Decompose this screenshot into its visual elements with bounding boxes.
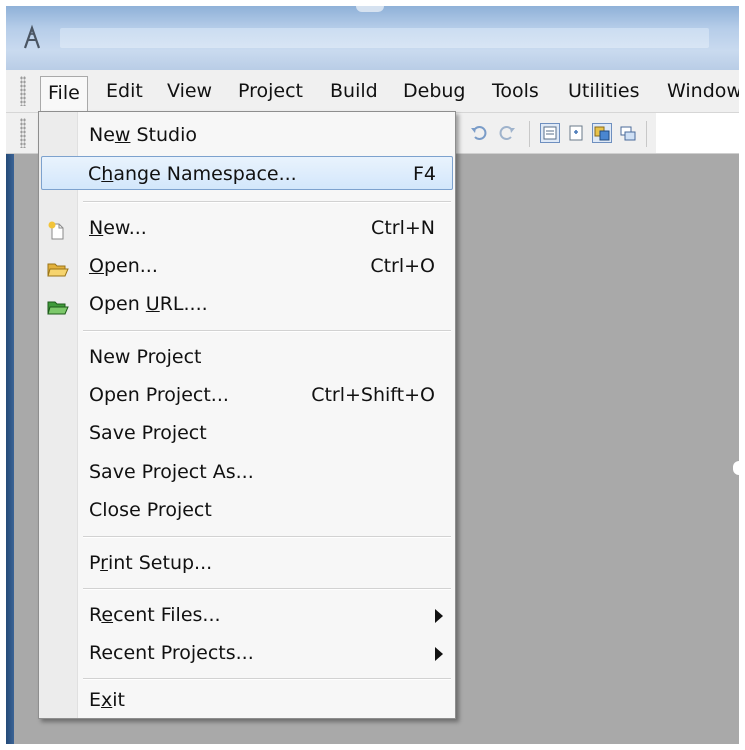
scroll-handle[interactable] bbox=[733, 461, 739, 475]
menu-item-label: Open URL.... bbox=[89, 293, 208, 315]
menu-item-label: Save Project As... bbox=[89, 461, 254, 483]
menu-item-label: Change Namespace... bbox=[88, 163, 297, 185]
menu-item-recent-files[interactable]: Recent Files... bbox=[41, 598, 453, 632]
menu-item-label: Recent Files... bbox=[89, 604, 221, 626]
menu-item-label: Close Project bbox=[89, 499, 212, 521]
toolbar-grip-handle[interactable] bbox=[20, 118, 26, 148]
menu-separator bbox=[83, 536, 451, 538]
new-file-icon bbox=[47, 218, 67, 240]
namespace-view-icon[interactable] bbox=[566, 123, 586, 143]
menu-item-print-setup[interactable]: Print Setup... bbox=[41, 546, 453, 580]
desktop-background-strip bbox=[6, 154, 14, 744]
submenu-arrow-icon bbox=[435, 609, 443, 623]
shortcut-label: Ctrl+O bbox=[370, 255, 435, 277]
menu-build[interactable]: Build bbox=[324, 77, 384, 105]
menu-item-label: Open Project... bbox=[89, 384, 229, 406]
shortcut-label: Ctrl+Shift+O bbox=[311, 384, 435, 406]
menu-item-recent-projects[interactable]: Recent Projects... bbox=[41, 636, 453, 670]
inspector-icon[interactable] bbox=[592, 123, 612, 143]
menu-item-label: New Studio bbox=[89, 124, 198, 146]
menu-item-label: New... bbox=[89, 217, 147, 239]
redo-icon[interactable] bbox=[497, 123, 517, 143]
menu-separator bbox=[83, 678, 451, 680]
menu-bar: File Edit View Project Build Debug Tools… bbox=[6, 70, 739, 113]
toolbar-separator bbox=[529, 121, 530, 147]
menu-file[interactable]: File bbox=[40, 76, 88, 112]
menu-project[interactable]: Project bbox=[232, 77, 309, 105]
menu-item-label: Print Setup... bbox=[89, 552, 213, 574]
menu-item-new-project[interactable]: New Project bbox=[41, 340, 453, 374]
toolbar-empty-area bbox=[656, 113, 739, 153]
menu-item-save-project-as[interactable]: Save Project As... bbox=[41, 455, 453, 489]
menu-window[interactable]: Window bbox=[661, 77, 739, 105]
open-folder-icon bbox=[47, 256, 69, 277]
app-logo-icon[interactable] bbox=[20, 24, 44, 52]
file-menu-dropdown: New Studio Change Namespace... F4 New...… bbox=[38, 111, 456, 719]
menu-utilities[interactable]: Utilities bbox=[562, 77, 646, 105]
menu-item-new-studio[interactable]: New Studio bbox=[41, 118, 453, 152]
menu-item-exit[interactable]: Exit bbox=[41, 683, 453, 717]
menu-item-new[interactable]: New... Ctrl+N bbox=[41, 211, 453, 245]
menu-item-label: New Project bbox=[89, 346, 202, 368]
undo-icon[interactable] bbox=[469, 123, 489, 143]
menu-item-label: Open... bbox=[89, 255, 158, 277]
menu-item-change-namespace[interactable]: Change Namespace... F4 bbox=[41, 156, 453, 190]
title-bar-notch bbox=[356, 6, 384, 12]
menu-tools[interactable]: Tools bbox=[486, 77, 545, 105]
menu-item-label: Recent Projects... bbox=[89, 642, 254, 664]
open-url-icon bbox=[47, 294, 69, 315]
shortcut-label: Ctrl+N bbox=[371, 217, 435, 239]
toolbar-separator-end bbox=[646, 121, 647, 147]
menu-debug[interactable]: Debug bbox=[397, 77, 471, 105]
menu-item-open[interactable]: Open... Ctrl+O bbox=[41, 249, 453, 283]
application-window: File Edit View Project Build Debug Tools… bbox=[6, 6, 739, 744]
menu-item-open-project[interactable]: Open Project... Ctrl+Shift+O bbox=[41, 378, 453, 412]
menubar-grip-handle[interactable] bbox=[20, 76, 26, 106]
menu-item-close-project[interactable]: Close Project bbox=[41, 493, 453, 527]
menu-item-label: Exit bbox=[89, 689, 125, 711]
menu-item-save-project[interactable]: Save Project bbox=[41, 416, 453, 450]
menu-item-open-url[interactable]: Open URL.... bbox=[41, 287, 453, 321]
menu-item-label: Save Project bbox=[89, 422, 207, 444]
menu-separator bbox=[83, 201, 451, 203]
shortcut-label: F4 bbox=[412, 163, 436, 185]
class-view-icon[interactable] bbox=[540, 123, 560, 143]
menu-separator bbox=[83, 330, 451, 332]
title-bar bbox=[6, 6, 739, 70]
menu-separator bbox=[83, 588, 451, 590]
output-window-icon[interactable] bbox=[618, 123, 638, 143]
menu-view[interactable]: View bbox=[161, 77, 218, 105]
menu-edit[interactable]: Edit bbox=[100, 77, 149, 105]
submenu-arrow-icon bbox=[435, 647, 443, 661]
window-title-field bbox=[60, 28, 709, 48]
